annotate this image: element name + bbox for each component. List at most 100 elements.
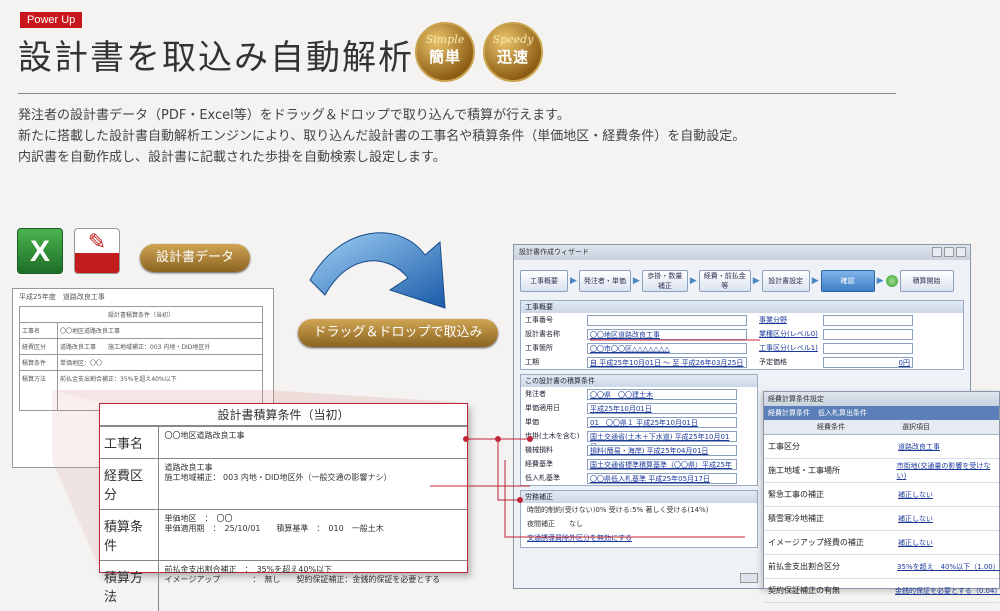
overview-section: 工事概要 工事番号 事業分野 設計書名称 〇〇地区道路改良工事 業種区分(レベル… — [520, 300, 964, 370]
table-row: 契約保証補正の有無金銭的保証を必要とする（0.04） — [764, 579, 999, 603]
cond-value[interactable]: 国土交通省(土木＋下水道) 平成25年10月01日 — [587, 431, 737, 442]
cond-label: 低入札基準 — [525, 473, 587, 483]
condition-value[interactable]: 市街地(交通量の影響を受けない) — [897, 461, 999, 481]
cond-row: 経費基準国土交通省標準積算基準（〇〇県）平成25年 — [521, 457, 757, 471]
header-divider — [18, 93, 896, 94]
field-label: 工期 — [525, 357, 587, 367]
condition-name: 施工地域・工事場所 — [764, 465, 897, 476]
description-line: 発注者の設計書データ（PDF・Excel等）をドラッグ＆ドロップで取り込んで積算… — [18, 105, 745, 126]
zoom-key: 工事名 — [100, 427, 158, 459]
cond-row: 機械損料損料(簡易・海岸) 平成25年04月01日 — [521, 443, 757, 457]
condition-name: 工事区分 — [764, 441, 898, 452]
step-start[interactable]: 積算開始 — [900, 270, 954, 292]
condition-value[interactable]: 補正しない — [898, 490, 933, 500]
zoom-title: 設計書積算条件（当初） — [100, 404, 467, 426]
maximize-button[interactable] — [944, 247, 954, 257]
tab-expense-conditions[interactable]: 経費計算条件 — [764, 406, 814, 420]
tab-low-bid[interactable]: 低入札算出条件 — [814, 406, 871, 420]
cond-label: 経費基準 — [525, 459, 587, 469]
excel-icon: X — [17, 228, 63, 274]
labor-line: 夜間補正 なし — [521, 517, 757, 531]
step-expenses[interactable]: 経費・前払金等 — [699, 270, 751, 292]
condition-value[interactable]: 35%を超え 40%以下（1.00） — [897, 562, 999, 572]
minimize-button[interactable] — [932, 247, 942, 257]
condition-value[interactable]: 金銭的保証を必要とする（0.04） — [895, 586, 999, 596]
step-arrow-icon: ▶ — [812, 276, 819, 286]
panel-tabs: 経費計算条件 低入札算出条件 — [764, 406, 999, 420]
zoom-key: 経費区分 — [100, 459, 158, 510]
close-button[interactable] — [956, 247, 966, 257]
step-settings[interactable]: 設計書設定 — [762, 270, 810, 292]
ok-icon — [886, 275, 898, 287]
field-value[interactable] — [587, 315, 747, 326]
description: 発注者の設計書データ（PDF・Excel等）をドラッグ＆ドロップで取り込んで積算… — [18, 105, 745, 168]
zoom-table: 工事名 〇〇地区道路改良工事 経費区分 道路改良工事施工地域補正： 003 内地… — [100, 426, 467, 611]
table-row: 施工地域・工事場所市街地(交通量の影響を受けない) — [764, 459, 999, 483]
field-link[interactable]: 業種区分(レベル0) — [759, 329, 823, 339]
table-row: イメージアップ経費の補正補正しない — [764, 531, 999, 555]
blue-arrow-icon — [305, 220, 455, 315]
field-value[interactable] — [823, 329, 913, 340]
field-value[interactable] — [823, 315, 913, 326]
table-row: 前払金支出割合区分35%を超え 40%以下（1.00） — [764, 555, 999, 579]
cond-label: 歩掛(土木を含む) — [525, 431, 587, 441]
cond-value[interactable]: 01 〇〇県１ 平成25年10月01日 — [587, 417, 737, 428]
field-link[interactable]: 工事区分(レベル1) — [759, 343, 823, 353]
condition-name: 前払金支出割合区分 — [764, 561, 897, 572]
labor-link[interactable]: 交通誘導員除外区分を無効にする — [521, 531, 757, 545]
zoom-key: 積算条件 — [100, 510, 158, 561]
step-confirm[interactable]: 確認 — [821, 270, 875, 292]
labor-line: 時間的制約(受けない)0% 受ける:5% 著しく受ける(14%) — [521, 503, 757, 517]
field-value[interactable] — [823, 343, 913, 354]
zoom-key: 積算方法 — [100, 561, 158, 611]
section-header: この設計書の積算条件 — [521, 375, 757, 387]
cond-label: 機械損料 — [525, 445, 587, 455]
seal-en: Simple — [417, 33, 473, 46]
field-link[interactable]: 事業分野 — [759, 315, 823, 325]
simple-seal: Simple 簡単 — [415, 22, 475, 82]
panel-header: 経費条件 選択項目 — [764, 420, 999, 435]
cond-row: 単価01 〇〇県１ 平成25年10月01日 — [521, 415, 757, 429]
condition-value[interactable]: 道路改良工事 — [898, 442, 940, 452]
condition-name: 緊急工事の補正 — [764, 489, 898, 500]
step-arrow-icon: ▶ — [690, 276, 697, 286]
page-title: 設計書を取込み自動解析 — [18, 30, 414, 79]
cond-value[interactable]: 国土交通省標準積算基準（〇〇県）平成25年 — [587, 459, 737, 470]
step-correction[interactable]: 歩掛・数量補正 — [642, 270, 688, 292]
cond-row: 発注者〇〇県 〇〇建土木 — [521, 387, 757, 401]
step-arrow-icon: ▶ — [633, 276, 640, 286]
price-field[interactable]: 0円 — [823, 357, 913, 368]
field-label: 工事番号 — [525, 315, 587, 325]
seal-en: Speedy — [485, 33, 541, 46]
description-line: 新たに搭載した設計書自動解析エンジンにより、取り込んだ設計書の工事名や積算条件（… — [18, 126, 745, 147]
field-value[interactable]: 自 平成25年10月01日 ～ 至 平成26年03月25日 — [587, 357, 747, 368]
cond-value[interactable]: 〇〇県 〇〇建土木 — [587, 389, 737, 400]
speedy-seal: Speedy 迅速 — [483, 22, 543, 82]
cond-value[interactable]: 損料(簡易・海岸) 平成25年04月01日 — [587, 445, 737, 456]
zoom-value: 施工地域補正： 003 内地・DID地区外（一般交通の影響ナシ） — [165, 473, 462, 483]
seal-jp: 簡単 — [417, 46, 473, 67]
field-value[interactable]: 〇〇地区道路改良工事 — [587, 329, 747, 340]
field-row: 工期 自 平成25年10月01日 ～ 至 平成26年03月25日 予定価格 0円 — [521, 355, 963, 369]
window-controls — [930, 247, 966, 263]
doc-header: 設計書積算条件（当初） — [20, 307, 263, 323]
cond-value[interactable]: 〇〇県低入札基準 平成25年05月17日 — [587, 473, 737, 484]
field-row: 設計書名称 〇〇地区道路改良工事 業種区分(レベル0) — [521, 327, 963, 341]
wizard-steps: 工事概要 ▶ 発注者・単価 ▶ 歩掛・数量補正 ▶ 経費・前払金等 ▶ 設計書設… — [514, 260, 970, 296]
scroll-button[interactable] — [740, 573, 758, 583]
step-orderer[interactable]: 発注者・単価 — [579, 270, 631, 292]
condition-value[interactable]: 補正しない — [898, 538, 933, 548]
description-line: 内訳書を自動作成し、設計書に記載された歩掛を自動検索し設定します。 — [18, 147, 745, 168]
condition-name: 積雪寒冷地補正 — [764, 513, 898, 524]
step-overview[interactable]: 工事概要 — [520, 270, 568, 292]
cond-label: 単価適用日 — [525, 403, 587, 413]
zoom-value: 単価適用期 ： 25/10/01 積算基準 ： 010 一般土木 — [165, 524, 462, 534]
cond-value[interactable]: 平成25年10月01日 — [587, 403, 737, 414]
design-data-label: 設計書データ — [140, 244, 250, 272]
zoom-value: 単価地区 ： 〇〇 — [165, 514, 462, 524]
cond-row: 低入札基準〇〇県低入札基準 平成25年05月17日 — [521, 471, 757, 485]
field-label: 工事箇所 — [525, 343, 587, 353]
field-value[interactable]: 〇〇市〇〇区△△△△△△△ — [587, 343, 747, 354]
condition-name: イメージアップ経費の補正 — [764, 537, 898, 548]
condition-value[interactable]: 補正しない — [898, 514, 933, 524]
